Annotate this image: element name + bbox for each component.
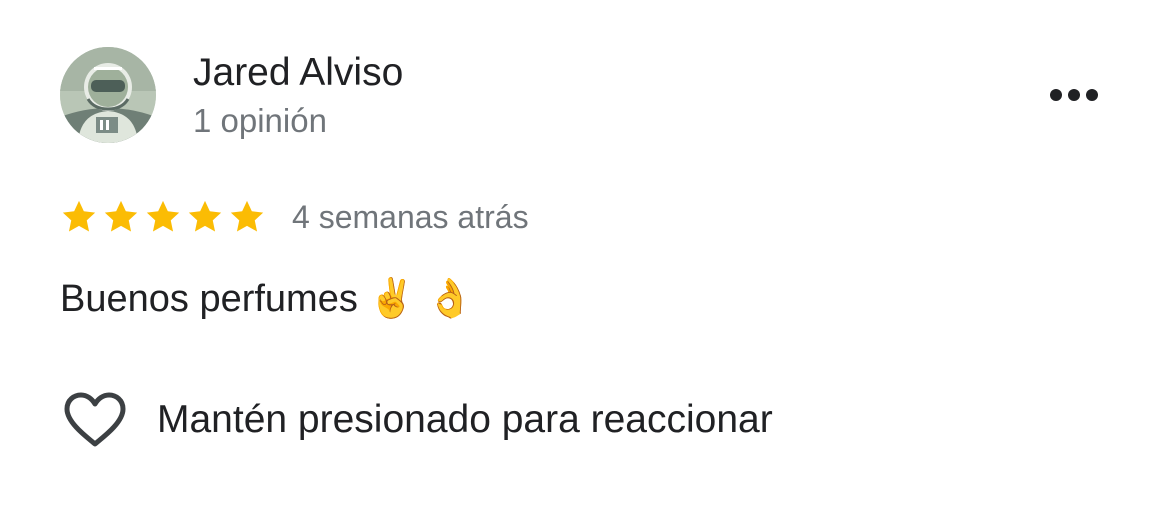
star-icon [104,200,138,232]
author-name[interactable]: Jared Alviso [193,50,403,96]
review-date: 4 semanas atrás [292,198,529,235]
astronaut-avatar-icon [60,47,156,143]
avatar[interactable] [60,47,156,143]
react-label: Mantén presionado para reaccionar [157,398,773,441]
more-options-button[interactable] [1042,78,1106,112]
more-horizontal-icon [1050,89,1098,101]
star-icon [62,200,96,232]
star-icon [230,200,264,232]
star-icon [146,200,180,232]
rating-row: 4 semanas atrás [60,193,529,241]
react-button[interactable]: Mantén presionado para reaccionar [63,391,773,449]
star-icon [188,200,222,232]
author-review-count: 1 opinión [193,102,327,139]
review-text: Buenos perfumes ✌️ 👌 [60,278,474,320]
star-rating [60,198,266,236]
heart-outline-icon [64,392,126,447]
